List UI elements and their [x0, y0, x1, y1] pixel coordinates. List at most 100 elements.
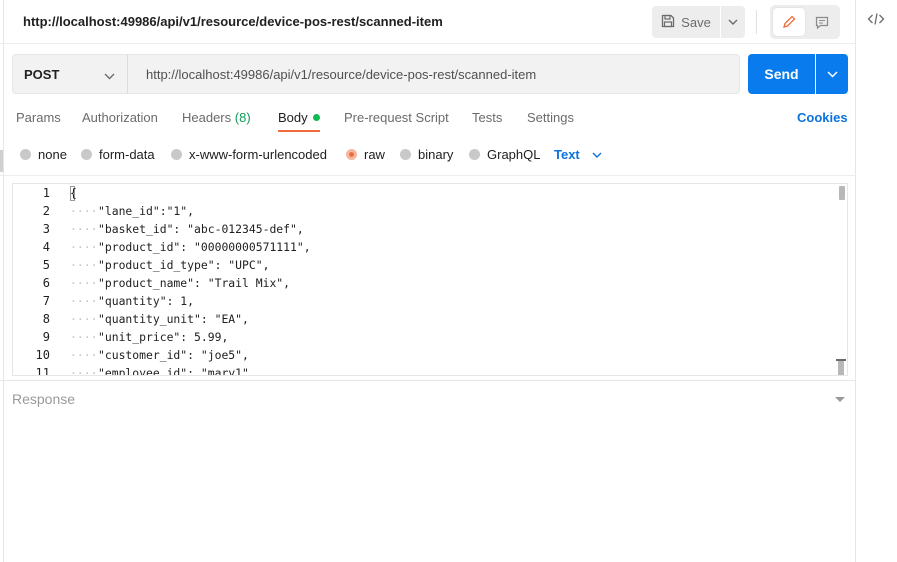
- indent-marker: ····: [70, 258, 98, 272]
- editor-scrollbar-thumb[interactable]: [839, 186, 845, 200]
- code-line: "employee_id": "mary1",: [98, 366, 256, 376]
- radio-button: [20, 149, 31, 160]
- tab-headers[interactable]: Headers (8): [182, 110, 251, 125]
- save-label: Save: [681, 14, 711, 30]
- cookies-link[interactable]: Cookies: [797, 110, 848, 125]
- chevron-down-icon: [592, 152, 602, 158]
- right-sidebar: [857, 0, 897, 562]
- radio-button: [469, 149, 480, 160]
- body-type-selector: none form-data x-www-form-urlencoded raw…: [0, 144, 856, 164]
- body-type-raw[interactable]: raw: [346, 147, 385, 162]
- code-snippet-button[interactable]: [867, 12, 889, 32]
- indent-marker: ····: [70, 348, 98, 362]
- line-number: 3: [42, 222, 50, 236]
- raw-language-select[interactable]: Text: [554, 147, 602, 162]
- view-mode-toggle: [770, 5, 840, 39]
- body-type-label: x-www-form-urlencoded: [189, 147, 327, 162]
- indent-marker: ····: [70, 312, 98, 326]
- line-number: 1: [42, 186, 50, 200]
- toolbar-divider: [756, 10, 757, 34]
- tab-headers-label: Headers: [182, 110, 232, 125]
- code-line: "product_id": "00000000571111",: [98, 240, 311, 254]
- url-text: http://localhost:49986/api/v1/resource/d…: [146, 67, 537, 82]
- active-tab-indicator: [278, 130, 320, 132]
- line-number: 8: [42, 312, 50, 326]
- tab-params[interactable]: Params: [16, 110, 61, 125]
- url-input[interactable]: http://localhost:49986/api/v1/resource/d…: [127, 54, 740, 94]
- method-label: POST: [24, 67, 60, 82]
- body-type-label: none: [38, 147, 67, 162]
- code-line: "unit_price": 5.99,: [98, 330, 229, 344]
- line-number: 2: [42, 204, 50, 218]
- response-label: Response: [12, 391, 76, 407]
- code-line: "lane_id":"1",: [98, 204, 195, 218]
- line-number: 5: [42, 258, 50, 272]
- save-button[interactable]: Save: [652, 6, 720, 38]
- panel-edge: [3, 0, 4, 562]
- indent-marker: ····: [70, 294, 98, 308]
- code-line: {: [70, 186, 77, 200]
- response-panel-header[interactable]: Response: [0, 380, 856, 416]
- line-number: 11: [35, 366, 50, 376]
- indent-marker: ····: [70, 330, 98, 344]
- request-title[interactable]: http://localhost:49986/api/v1/resource/d…: [23, 14, 443, 29]
- body-type-label: GraphQL: [487, 147, 541, 162]
- tab-tests[interactable]: Tests: [472, 110, 502, 125]
- tab-settings[interactable]: Settings: [527, 110, 574, 125]
- method-select[interactable]: POST: [12, 54, 128, 94]
- body-type-label: raw: [364, 147, 385, 162]
- comment-mode-button[interactable]: [807, 8, 837, 36]
- indent-marker: ····: [70, 222, 98, 236]
- code-line: "quantity_unit": "EA",: [98, 312, 249, 326]
- indent-marker: ····: [70, 204, 98, 218]
- line-number: 9: [42, 330, 50, 344]
- radio-button: [171, 149, 182, 160]
- save-options-button[interactable]: [721, 6, 745, 38]
- request-panel: http://localhost:49986/api/v1/resource/d…: [0, 0, 856, 562]
- tab-authorization[interactable]: Authorization: [82, 110, 158, 125]
- body-type-form-data[interactable]: form-data: [81, 147, 155, 162]
- headers-count: (8): [234, 110, 251, 125]
- section-divider: [0, 175, 856, 176]
- send-options-button[interactable]: [816, 54, 848, 94]
- resize-bar: [838, 361, 844, 375]
- chevron-down-icon: [728, 19, 738, 25]
- raw-language-label: Text: [554, 147, 580, 162]
- body-code-editor[interactable]: 1 2 3 4 5 6 7 8 9 10 11 { "lane_id":"1",…: [12, 183, 848, 376]
- code-icon: [867, 13, 885, 25]
- body-type-graphql[interactable]: GraphQL: [469, 147, 540, 162]
- tab-body-label: Body: [278, 110, 308, 125]
- comment-icon: [815, 16, 829, 29]
- body-type-label: binary: [418, 147, 454, 162]
- tab-pre-request-script[interactable]: Pre-request Script: [344, 110, 449, 125]
- chevron-down-icon: [835, 397, 845, 402]
- tab-body[interactable]: Body: [278, 110, 320, 125]
- body-type-x-www-form-urlencoded[interactable]: x-www-form-urlencoded: [171, 147, 327, 162]
- line-number-gutter: 1 2 3 4 5 6 7 8 9 10 11: [13, 184, 63, 375]
- body-type-label: form-data: [99, 147, 155, 162]
- line-number: 4: [42, 240, 50, 254]
- send-button[interactable]: Send: [748, 54, 815, 94]
- indent-marker: ····: [70, 366, 98, 376]
- line-number: 6: [42, 276, 50, 290]
- edit-mode-button[interactable]: [773, 8, 805, 36]
- code-line: "product_name": "Trail Mix",: [98, 276, 291, 290]
- chevron-down-icon: [826, 70, 838, 78]
- body-indicator-dot: [312, 114, 320, 121]
- line-number: 10: [35, 348, 50, 362]
- line-number: 7: [42, 294, 50, 308]
- editor-resize-handle[interactable]: [835, 359, 847, 375]
- code-line: "product_id_type": "UPC",: [98, 258, 270, 272]
- radio-button: [81, 149, 92, 160]
- code-line: "basket_id": "abc-012345-def",: [98, 222, 304, 236]
- indent-marker: ····: [70, 240, 98, 254]
- code-line: "quantity": 1,: [98, 294, 195, 308]
- pencil-icon: [783, 15, 796, 28]
- indent-marker: ····: [70, 276, 98, 290]
- body-type-binary[interactable]: binary: [400, 147, 453, 162]
- chevron-down-icon: [104, 68, 115, 83]
- body-type-none[interactable]: none: [20, 147, 67, 162]
- code-line: "customer_id": "joe5",: [98, 348, 249, 362]
- radio-button: [400, 149, 411, 160]
- request-tabs: Params Authorization Headers (8) Body Pr…: [0, 106, 856, 132]
